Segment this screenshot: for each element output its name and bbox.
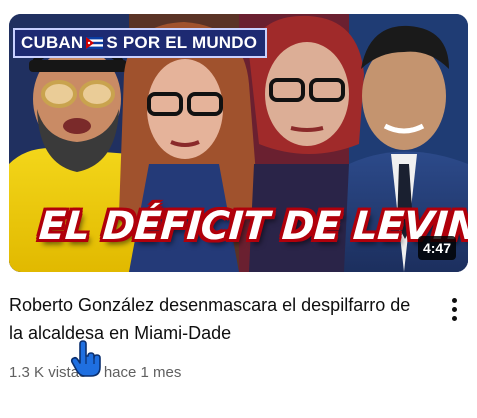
video-title[interactable]: Roberto González desenmascara el despilf… — [9, 291, 424, 347]
channel-banner-right: S POR EL MUNDO — [106, 33, 258, 52]
more-vert-icon-dot-2 — [451, 306, 457, 312]
duration-badge: 4:47 — [417, 236, 456, 260]
more-vert-icon-dot-3 — [451, 315, 457, 321]
meta-separator: • — [92, 364, 98, 381]
view-count: 1.3 K vistas — [9, 364, 87, 381]
cuban-flag-icon — [86, 37, 104, 49]
more-vert-icon — [451, 297, 457, 303]
channel-banner-left: CUBAN — [21, 33, 84, 52]
upload-age: hace 1 mes — [103, 364, 182, 381]
video-thumbnail[interactable]: CUBAN S POR EL MUNDO EL DÉFICIT DE LEVIN… — [9, 14, 468, 272]
thumbnail-headline: EL DÉFICIT DE LEVINE — [37, 204, 468, 249]
video-metadata: 1.3 K vistas • hace 1 mes — [9, 363, 181, 383]
channel-banner: CUBAN S POR EL MUNDO — [13, 28, 268, 58]
more-options-button[interactable] — [440, 292, 468, 326]
video-card: CUBAN S POR EL MUNDO EL DÉFICIT DE LEVIN… — [0, 0, 477, 418]
